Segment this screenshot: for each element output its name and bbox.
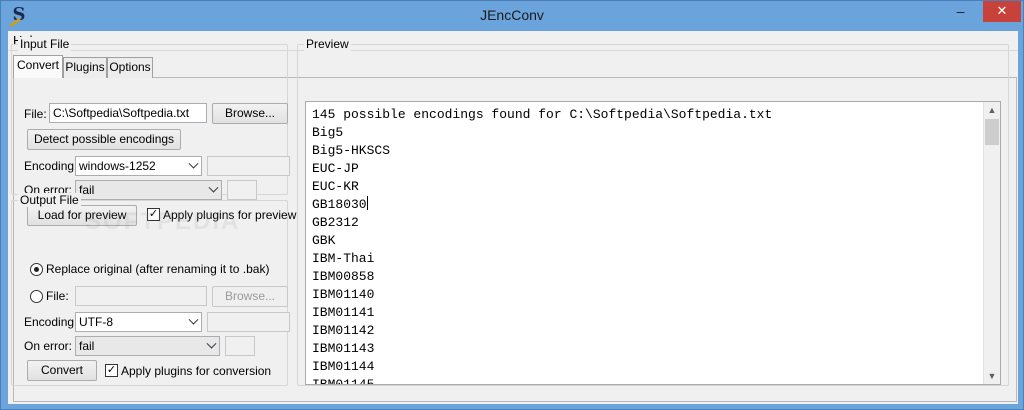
preview-title: Preview: [304, 37, 351, 51]
output-file-label: File:: [46, 289, 69, 303]
output-on-error-combo[interactable]: fail: [75, 336, 220, 356]
input-file-title: Input File: [18, 37, 72, 51]
chevron-down-icon: [208, 182, 219, 193]
preview-encoding-line: IBM01145: [312, 377, 375, 385]
input-on-error-value: fail: [79, 183, 95, 197]
output-on-error-value: fail: [79, 339, 95, 353]
preview-summary-line: 145 possible encodings found for C:\Soft…: [312, 107, 773, 122]
text-caret: [366, 196, 368, 210]
chevron-down-icon: [188, 158, 199, 169]
minimize-icon: –: [956, 3, 965, 19]
scroll-down-icon[interactable]: ▼: [984, 368, 1000, 384]
apply-plugins-conversion-label: Apply plugins for conversion: [121, 364, 272, 378]
output-on-error-label: On error:: [24, 339, 73, 353]
output-file-title: Output File: [18, 193, 81, 207]
scroll-thumb[interactable]: [985, 119, 999, 145]
output-browse-button: Browse...: [212, 286, 288, 307]
close-icon: ✕: [996, 3, 1008, 18]
input-on-error-extra-field: [227, 180, 257, 200]
preview-encoding-line: GB2312: [312, 215, 359, 230]
preview-encoding-line: IBM01144: [312, 359, 375, 374]
replace-original-radio[interactable]: [30, 263, 43, 276]
replace-original-label: Replace original (after renaming it to .…: [46, 262, 270, 276]
preview-scrollbar[interactable]: ▲ ▼: [983, 102, 1000, 384]
output-file-field: [75, 286, 207, 306]
convert-button[interactable]: Convert: [27, 360, 97, 381]
minimize-button[interactable]: –: [947, 1, 974, 22]
input-browse-button[interactable]: Browse...: [212, 103, 288, 124]
window-title: JEncConv: [480, 7, 544, 23]
input-on-error-combo[interactable]: fail: [75, 180, 222, 200]
preview-encoding-line: IBM00858: [312, 269, 375, 284]
preview-encoding-line: IBM-Thai: [312, 251, 375, 266]
app-window: S JEncConv – ✕ Help Convert Plugins Opti…: [0, 0, 1024, 410]
watermark: SOFTPEDIA: [85, 208, 241, 235]
title-bar[interactable]: S JEncConv – ✕: [1, 1, 1023, 30]
output-encoding-label: Encoding:: [24, 315, 78, 329]
output-file-radio[interactable]: [30, 290, 43, 303]
preview-encoding-line: Big5-HKSCS: [312, 143, 391, 158]
preview-encoding-line: GB18030: [312, 196, 368, 212]
input-file-field[interactable]: C:\Softpedia\Softpedia.txt: [49, 103, 207, 123]
detect-encodings-button[interactable]: Detect possible encodings: [27, 129, 181, 150]
input-encoding-combo[interactable]: windows-1252: [75, 156, 202, 176]
input-encoding-label: Encoding:: [24, 159, 78, 173]
output-encoding-combo[interactable]: UTF-8: [75, 312, 202, 332]
input-encoding-value: windows-1252: [79, 159, 156, 173]
preview-lines: 145 possible encodings found for C:\Soft…: [312, 106, 773, 385]
preview-encoding-line: IBM01142: [312, 323, 375, 338]
chevron-down-icon: [206, 338, 217, 349]
preview-encoding-line: IBM01140: [312, 287, 375, 302]
preview-encoding-line: GBK: [312, 233, 336, 248]
preview-encoding-line: IBM01141: [312, 305, 375, 320]
preview-encoding-line: EUC-KR: [312, 179, 359, 194]
preview-encoding-line: EUC-JP: [312, 161, 359, 176]
close-button[interactable]: ✕: [983, 1, 1021, 22]
input-file-label: File:: [24, 107, 47, 121]
output-on-error-extra-field: [225, 336, 255, 356]
preview-encoding-line: Big5: [312, 125, 344, 140]
chevron-down-icon: [188, 314, 199, 325]
output-encoding-value: UTF-8: [79, 315, 113, 329]
preview-encoding-line: IBM01143: [312, 341, 375, 356]
scroll-up-icon[interactable]: ▲: [984, 102, 1000, 118]
apply-plugins-conversion-checkbox[interactable]: ✓: [105, 364, 118, 377]
output-encoding-extra-field: [207, 312, 290, 332]
preview-text-area[interactable]: 145 possible encodings found for C:\Soft…: [305, 101, 1001, 385]
input-encoding-extra-field: [207, 156, 290, 176]
